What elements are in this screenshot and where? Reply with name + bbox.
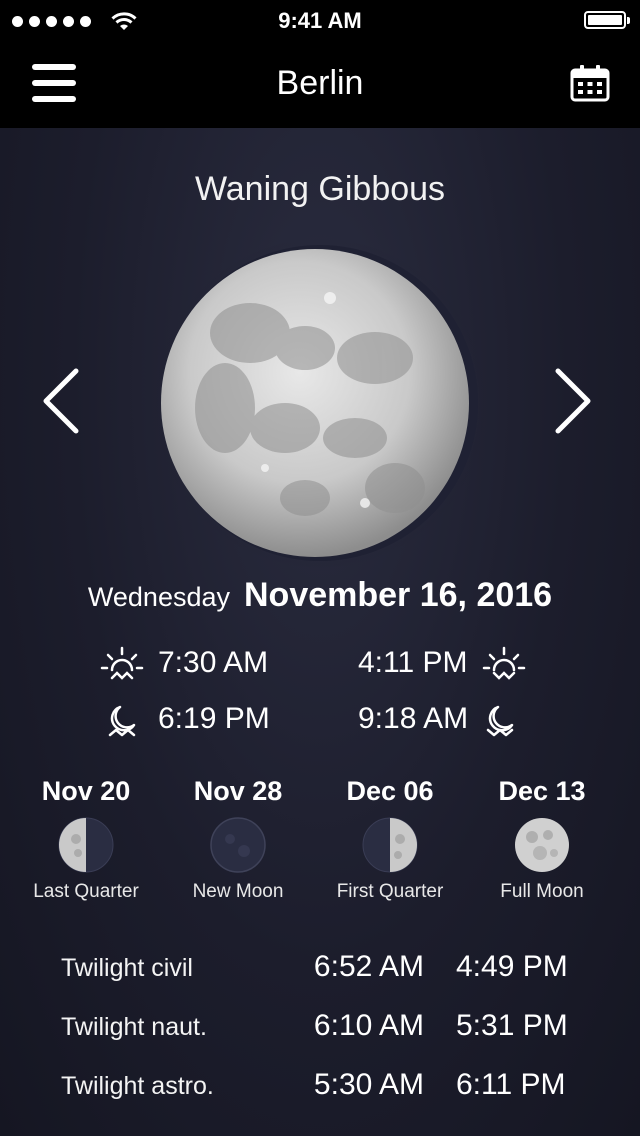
twilight-evening: 4:49 PM xyxy=(456,950,568,983)
full-date-label: November 16, 2016 xyxy=(244,576,553,614)
table-row: Twilight naut. 6:10 AM 5:31 PM xyxy=(0,1005,640,1064)
date-row: Wednesday November 16, 2016 xyxy=(0,576,640,615)
upcoming-phases: Nov 20 Last Quarter Nov 28 New Moon Dec … xyxy=(0,776,640,916)
moonrise-time: 6:19 PM xyxy=(158,702,270,735)
moon-phase-title: Waning Gibbous xyxy=(194,170,446,208)
phase-item[interactable]: Nov 20 Last Quarter xyxy=(10,776,162,903)
twilight-morning: 6:10 AM xyxy=(313,1009,424,1042)
phase-date: Nov 20 xyxy=(41,776,131,806)
moonrise-item: 6:19 PM xyxy=(104,699,270,739)
status-time: 9:41 AM xyxy=(278,8,362,33)
sunset-icon xyxy=(482,646,525,680)
phase-label: Full Moon xyxy=(500,881,584,902)
sunrise-time: 7:30 AM xyxy=(158,646,269,679)
phase-item[interactable]: Dec 06 First Quarter xyxy=(314,776,466,903)
twilight-label: Twilight civil xyxy=(61,954,193,982)
calendar-icon[interactable] xyxy=(570,64,610,102)
moonset-icon xyxy=(486,705,514,737)
twilight-evening: 5:31 PM xyxy=(456,1009,568,1042)
new-moon-icon xyxy=(210,817,266,873)
status-bar: 9:41 AM xyxy=(0,0,640,40)
table-row: Twilight astro. 5:30 AM 6:11 PM xyxy=(0,1064,640,1123)
sunset-item: 4:11 PM xyxy=(358,643,526,683)
chevron-right-icon[interactable] xyxy=(546,366,606,436)
phase-date: Nov 28 xyxy=(193,776,283,806)
phase-label: First Quarter xyxy=(336,881,444,902)
sunrise-item: 7:30 AM xyxy=(100,643,268,683)
phase-label: Last Quarter xyxy=(33,881,139,902)
main-content: Waning Gibbous Wednesday November 16, 20… xyxy=(0,128,640,1136)
moonrise-icon xyxy=(108,705,136,737)
battery-icon xyxy=(584,11,630,29)
last-quarter-moon-icon xyxy=(58,817,114,873)
first-quarter-moon-icon xyxy=(362,817,418,873)
phase-date: Dec 13 xyxy=(498,776,586,806)
chevron-left-icon[interactable] xyxy=(36,366,96,436)
moonset-item: 9:18 AM xyxy=(358,699,522,739)
twilight-morning: 5:30 AM xyxy=(313,1068,424,1101)
twilight-morning: 6:52 AM xyxy=(313,950,424,983)
twilight-evening: 6:11 PM xyxy=(456,1068,566,1101)
twilight-label: Twilight astro. xyxy=(61,1072,214,1100)
weekday-label: Wednesday xyxy=(87,582,230,612)
nav-bar: Berlin xyxy=(0,40,640,128)
city-title: Berlin xyxy=(276,64,364,102)
phase-item[interactable]: Nov 28 New Moon xyxy=(162,776,314,903)
full-moon-icon xyxy=(515,818,569,872)
sunset-time: 4:11 PM xyxy=(358,646,468,679)
moon-image xyxy=(155,238,485,568)
sun-moon-times: 7:30 AM 4:11 PM 6:19 PM 9:18 AM xyxy=(0,643,640,773)
table-row: Twilight civil 6:52 AM 4:49 PM xyxy=(0,946,640,1005)
twilight-label: Twilight naut. xyxy=(61,1013,207,1041)
phase-item[interactable]: Dec 13 Full Moon xyxy=(466,776,618,903)
phase-label: New Moon xyxy=(192,881,284,902)
hamburger-menu-icon[interactable] xyxy=(32,64,76,102)
moonset-time: 9:18 AM xyxy=(358,702,469,735)
phase-date: Dec 06 xyxy=(346,776,434,806)
sunrise-icon xyxy=(100,646,144,680)
